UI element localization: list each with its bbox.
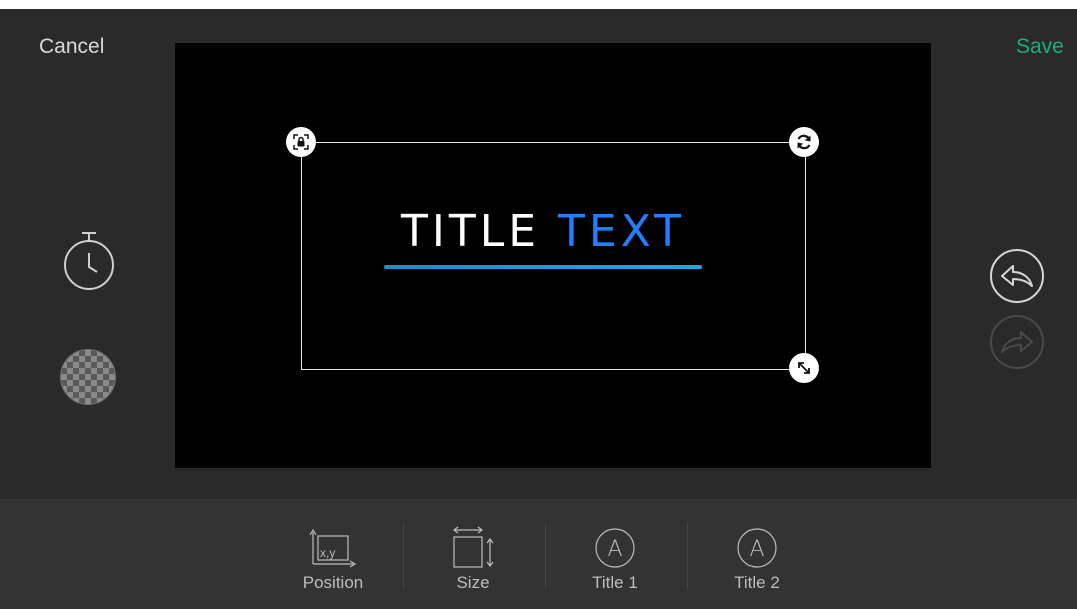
title2-tool-button[interactable]: A Title 2 [687,499,827,609]
title-selection-box[interactable]: TITLE TEXT [286,127,819,383]
position-tool-button[interactable]: x,y Position [263,499,403,609]
title2-icon-letter: A [749,537,764,562]
save-button[interactable]: Save [1016,35,1064,59]
lock-icon [292,133,310,151]
redo-icon[interactable] [989,314,1045,375]
cancel-button[interactable]: Cancel [39,35,104,59]
title-text-block[interactable]: TITLE TEXT [383,205,703,269]
title1-tool-label: Title 1 [592,573,638,592]
size-icon [449,526,497,570]
title1-tool-button[interactable]: A Title 1 [545,499,685,609]
size-tool-label: Size [456,573,490,592]
undo-icon[interactable] [989,248,1045,309]
video-preview: TITLE TEXT [175,43,931,468]
rotate-icon [794,132,814,152]
bottom-toolbar: x,y Position Size A Title 1 A Title 2 [0,499,1077,609]
title-text: TITLE TEXT [383,205,703,259]
rotate-handle[interactable] [789,127,819,157]
timer-icon[interactable] [62,229,116,298]
size-tool-button[interactable]: Size [403,499,543,609]
resize-icon [796,360,812,376]
title-text-part2: TEXT [558,206,685,257]
font-a-icon: A [593,526,637,570]
resize-handle[interactable] [789,353,819,383]
position-icon: x,y [309,526,357,570]
position-icon-text: x,y [320,546,335,560]
lock-handle[interactable] [286,127,316,157]
transparency-icon[interactable] [60,349,116,405]
title2-tool-label: Title 2 [734,573,780,592]
title-underline [384,265,702,269]
position-tool-label: Position [302,573,364,592]
title-editor-screen: Cancel Save TITLE TEXT x,y Position Size… [0,9,1077,609]
font-a-icon: A [735,526,779,570]
title-text-part1: TITLE [401,206,541,257]
title1-icon-letter: A [607,537,622,562]
